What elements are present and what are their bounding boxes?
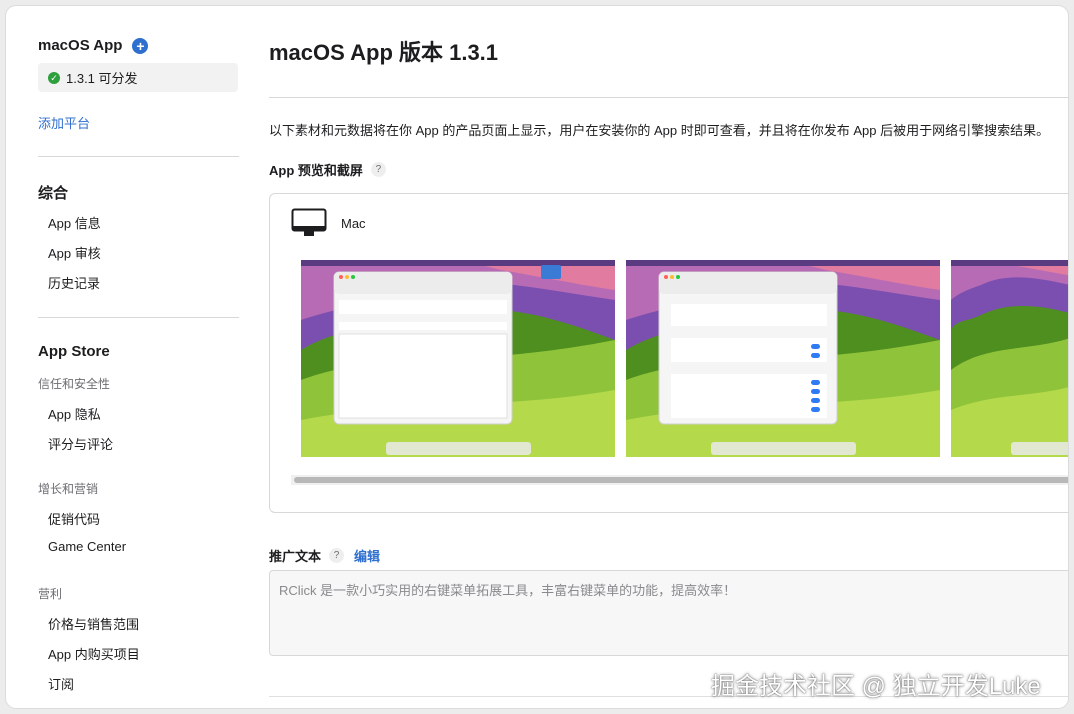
add-platform-link[interactable]: 添加平台 (38, 113, 90, 132)
intro-text: 以下素材和元数据将在你 App 的产品页面上显示，用户在安装你的 App 时即可… (269, 123, 1050, 138)
screenshot-image (951, 260, 1068, 457)
section-app-store: App Store (38, 343, 110, 360)
subsection-monetization: 营利 (38, 587, 63, 601)
question-mark-icon[interactable]: ? (370, 162, 386, 177)
promo-label: 推广文本 (269, 549, 322, 564)
watermark-text: 掘金技术社区 @ 独立开发Luke (711, 673, 1041, 700)
desktop-monitor-icon (291, 208, 327, 236)
sidebar-item-app-review[interactable]: App 审核 (48, 243, 101, 262)
edit-promo-link[interactable]: 编辑 (354, 546, 380, 565)
previews-panel: Mac (269, 193, 1068, 513)
title-divider (269, 97, 1068, 98)
previews-label: App 预览和截屏 (269, 163, 363, 178)
app-title: macOS App + (38, 37, 149, 54)
platform-label: Mac (341, 216, 366, 231)
section-general: 综合 (38, 185, 69, 202)
sidebar-item-history[interactable]: 历史记录 (48, 273, 100, 292)
checkmark-circle-icon: ✓ (48, 71, 60, 84)
subsection-trust: 信任和安全性 (38, 377, 111, 391)
question-mark-icon[interactable]: ? (329, 548, 345, 563)
screenshot-thumbnail[interactable] (951, 260, 1068, 457)
main-content: macOS App 版本 1.3.1 以下素材和元数据将在你 App 的产品页面… (269, 6, 1068, 708)
sidebar-divider (38, 317, 239, 318)
app-name: macOS App (38, 37, 123, 54)
promo-section-label: 推广文本 ? 编辑 (269, 546, 380, 565)
sidebar-item-app-info[interactable]: App 信息 (48, 213, 101, 232)
promo-text-field[interactable]: RClick 是一款小巧实用的右键菜单拓展工具，丰富右键菜单的功能，提高效率！ (269, 570, 1068, 656)
sidebar: macOS App + ✓ 1.3.1 可分发 添加平台 综合 App 信息 A… (6, 6, 246, 708)
sidebar-item-ratings[interactable]: 评分与评论 (48, 434, 113, 453)
plus-circle-icon[interactable]: + (132, 37, 149, 54)
horizontal-scrollbar[interactable] (291, 475, 1068, 485)
screenshot-image (626, 260, 940, 457)
screenshot-thumbnail[interactable] (626, 260, 940, 457)
promo-text-value: RClick 是一款小巧实用的右键菜单拓展工具，丰富右键菜单的功能，提高效率！ (279, 583, 737, 598)
sidebar-item-promo-codes[interactable]: 促销代码 (48, 509, 100, 528)
previews-section-label: App 预览和截屏 ? (269, 160, 386, 179)
subsection-growth: 增长和营销 (38, 482, 99, 496)
sidebar-item-game-center[interactable]: Game Center (48, 539, 126, 554)
version-status: 1.3.1 可分发 (66, 71, 138, 86)
version-selector[interactable]: ✓ 1.3.1 可分发 (38, 63, 238, 92)
page-title: macOS App 版本 1.3.1 (269, 40, 499, 65)
screenshot-thumbnail[interactable] (301, 260, 615, 457)
sidebar-divider (38, 156, 239, 157)
sidebar-item-app-privacy[interactable]: App 隐私 (48, 404, 101, 423)
app-window: macOS App + ✓ 1.3.1 可分发 添加平台 综合 App 信息 A… (6, 6, 1068, 708)
sidebar-item-pricing[interactable]: 价格与销售范围 (48, 614, 139, 633)
sidebar-item-in-app-purchases[interactable]: App 内购买项目 (48, 644, 140, 663)
screenshot-image (301, 260, 615, 457)
sidebar-item-subscriptions[interactable]: 订阅 (48, 674, 74, 693)
scrollbar-thumb[interactable] (294, 477, 1068, 483)
